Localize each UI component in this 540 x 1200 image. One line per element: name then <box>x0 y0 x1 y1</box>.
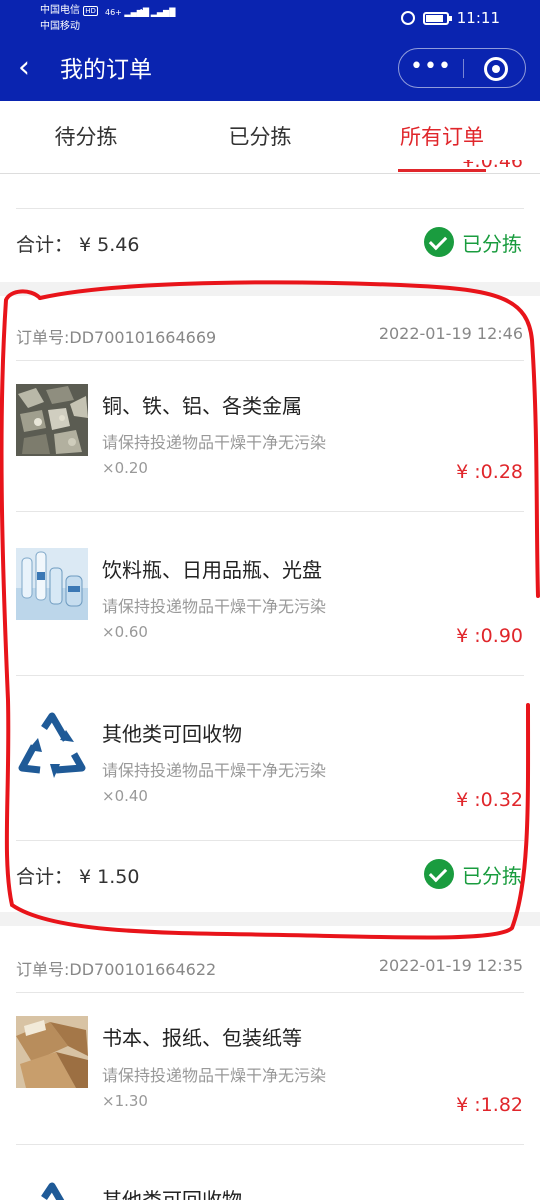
net-type-2: 46 <box>138 8 149 17</box>
recycle-icon <box>16 712 88 784</box>
battery-icon <box>422 11 452 25</box>
item-title: 饮料瓶、日用品瓶、光盘 <box>102 558 322 582</box>
item-title: 铜、铁、铝、各类金属 <box>102 394 302 418</box>
metal-scrap-icon <box>16 384 88 456</box>
status-text: 已分拣 <box>462 231 522 256</box>
carrier-1: 中国电信 <box>40 5 80 16</box>
more-icon[interactable]: ••• <box>399 49 463 89</box>
order-total: 合计： ¥ 5.46 <box>16 234 140 256</box>
divider <box>16 840 524 841</box>
item-title: 其他类可回收物 <box>102 722 242 746</box>
item-price: ¥ :0.90 <box>456 625 523 647</box>
divider <box>16 511 524 512</box>
order-card[interactable]: 订单号:DD700101664622 2022-01-19 12:35 书本、报… <box>0 926 540 1200</box>
divider <box>16 1144 524 1145</box>
status-badge: 已分拣 <box>424 859 522 889</box>
item-note: 请保持投递物品干燥干净无污染 <box>102 1066 327 1085</box>
item-quantity: ×0.20 <box>102 459 148 477</box>
tab-pending-sort[interactable]: 待分拣 <box>0 101 172 173</box>
miniapp-capsule: ••• <box>398 48 526 88</box>
item-quantity: ×0.60 <box>102 623 148 641</box>
back-icon[interactable]: ‹ <box>18 52 46 84</box>
order-tabs: 待分拣 已分拣 所有订单 <box>0 101 540 174</box>
alarm-icon <box>400 11 415 25</box>
recycle-icon <box>16 1182 88 1200</box>
status-badge: 已分拣 <box>424 227 522 257</box>
order-number: 订单号:DD700101664669 <box>16 328 217 347</box>
cardboard-icon <box>16 1016 88 1088</box>
status-text: 已分拣 <box>462 863 522 888</box>
divider <box>16 675 524 676</box>
item-note: 请保持投递物品干燥干净无污染 <box>102 597 327 616</box>
item-price: ¥ :0.32 <box>456 789 523 811</box>
hd-badge: HD <box>83 6 98 16</box>
net-type-1: 46+ <box>105 8 122 17</box>
divider <box>16 360 524 361</box>
tab-sorted[interactable]: 已分拣 <box>172 101 348 173</box>
item-note: 请保持投递物品干燥干净无污染 <box>102 761 327 780</box>
item-quantity: ×0.40 <box>102 787 148 805</box>
order-time: 2022-01-19 12:35 <box>378 956 523 975</box>
status-right: 11:11 <box>400 9 500 27</box>
item-note: 请保持投递物品干燥干净无污染 <box>102 433 327 452</box>
carrier-2: 中国移动 <box>40 21 80 32</box>
divider <box>16 208 524 209</box>
signal-icon-2: 46 ▂▄▆█ <box>138 8 176 17</box>
item-price: ¥ :0.28 <box>456 461 523 483</box>
item-price: ¥ :1.82 <box>456 1094 523 1116</box>
order-card[interactable]: 订单号:DD700101664669 2022-01-19 12:46 铜、铁、… <box>0 296 540 912</box>
item-quantity: ×1.30 <box>102 1092 148 1110</box>
item-price-text: ¥:0.46 <box>462 160 523 172</box>
check-circle-icon <box>424 859 454 889</box>
status-bar: 中国电信 HD 中国移动 46+ ▂▄▆█ 46 ▂▄▆█ 11:11 <box>0 0 540 38</box>
nav-bar: ‹ 我的订单 ••• <box>0 38 540 101</box>
carrier-info: 中国电信 HD 中国移动 <box>40 3 98 34</box>
item-price: ¥:0.46 <box>462 160 523 180</box>
bottles-icon <box>16 548 88 620</box>
close-miniapp-icon[interactable] <box>484 57 508 81</box>
order-card-previous[interactable]: ¥:0.46 合计： ¥ 5.46 已分拣 <box>0 160 540 282</box>
divider <box>16 992 524 993</box>
order-number: 订单号:DD700101664622 <box>16 960 217 979</box>
page-title: 我的订单 <box>60 57 152 83</box>
order-time: 2022-01-19 12:46 <box>378 324 523 343</box>
capsule-divider <box>463 59 464 78</box>
order-total: 合计： ¥ 1.50 <box>16 866 140 888</box>
item-title: 书本、报纸、包装纸等 <box>102 1026 302 1050</box>
clock: 11:11 <box>456 9 500 27</box>
check-circle-icon <box>424 227 454 257</box>
item-title: 其他类可回收物 <box>102 1188 242 1200</box>
